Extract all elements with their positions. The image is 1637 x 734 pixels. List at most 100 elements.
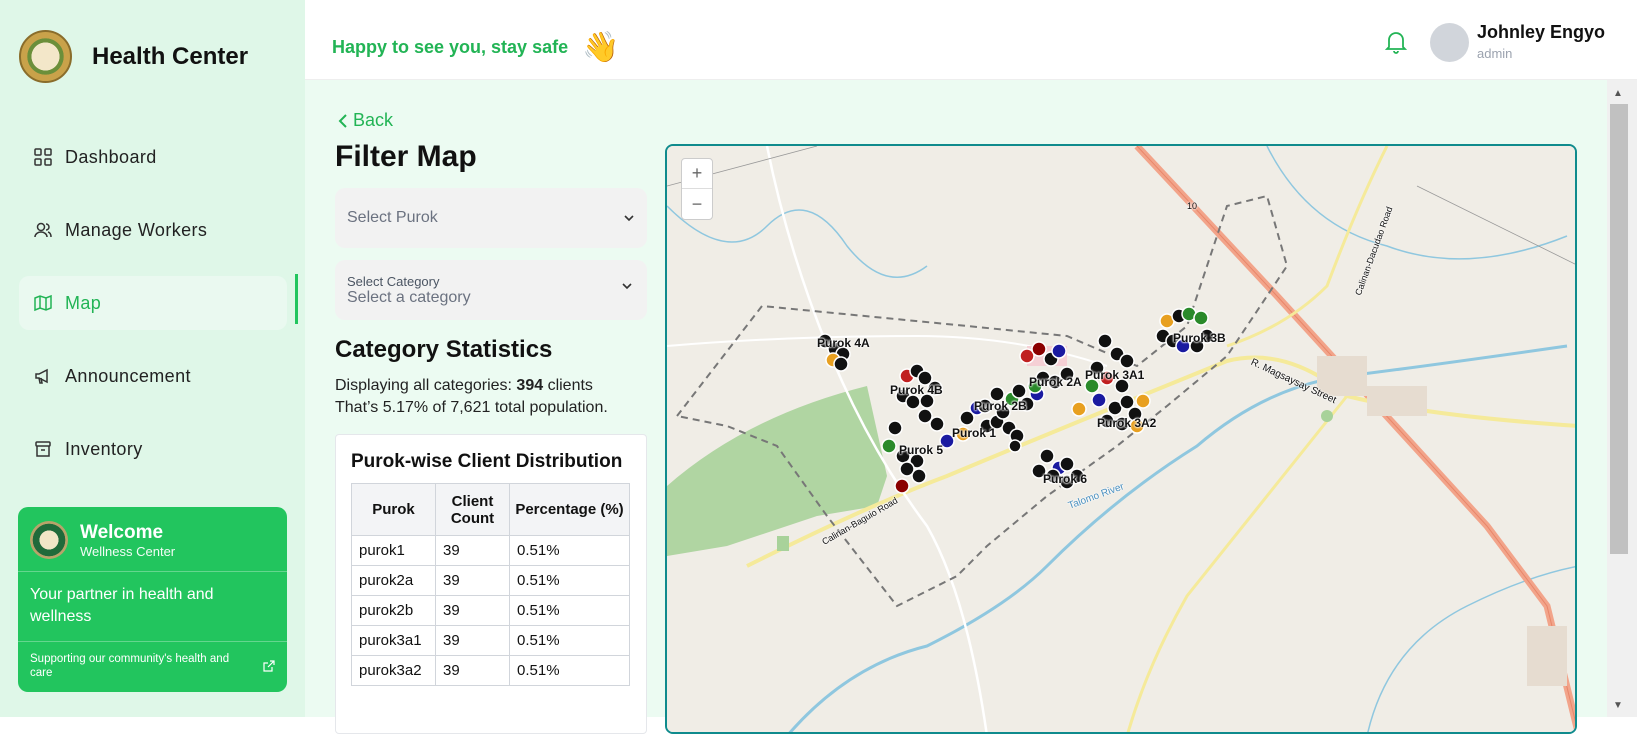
client-marker xyxy=(1097,333,1113,349)
cell-percent: 0.51% xyxy=(509,595,630,626)
map-label-purok: Purok 3B xyxy=(1173,331,1226,345)
map-label-purok: Purok 3A2 xyxy=(1097,416,1157,430)
category-select[interactable]: Select Category Select a category xyxy=(335,260,647,320)
client-marker xyxy=(911,468,927,484)
column-header: Client Count xyxy=(435,483,510,536)
sidebar-nav: Dashboard Manage Workers Map Announcemen… xyxy=(19,130,287,495)
cell-percent: 0.51% xyxy=(509,535,630,566)
sidebar-item-dashboard[interactable]: Dashboard xyxy=(19,130,287,184)
map-icon xyxy=(34,294,52,312)
welcome-footer: Supporting our community's health and ca… xyxy=(30,653,230,679)
client-marker xyxy=(894,478,910,494)
map-route-label: 10 xyxy=(1187,201,1198,211)
user-name[interactable]: Johnley Engyo xyxy=(1477,22,1605,43)
active-indicator xyxy=(295,274,298,324)
scroll-up-icon[interactable]: ▲ xyxy=(1613,88,1623,99)
sidebar-item-manage-workers[interactable]: Manage Workers xyxy=(19,203,287,257)
stats-text: Displaying all categories: 394 clients T… xyxy=(335,375,655,419)
topbar: Happy to see you, stay safe 👋 Johnley En… xyxy=(305,0,1637,80)
dashboard-icon xyxy=(34,148,52,166)
cell-purok: purok3a2 xyxy=(351,655,436,686)
category-select-label: Select Category xyxy=(347,273,440,289)
map-label-purok: Purok 2A xyxy=(1029,375,1082,389)
map-label-purok: Purok 3A1 xyxy=(1085,368,1145,382)
map-label-purok: Purok 2B xyxy=(974,399,1027,413)
client-marker xyxy=(1091,392,1107,408)
stats-title: Category Statistics xyxy=(335,336,553,363)
map-label-purok: Purok 6 xyxy=(1043,472,1088,486)
cell-count: 39 xyxy=(435,565,510,596)
cell-count: 39 xyxy=(435,535,510,566)
user-role: admin xyxy=(1477,46,1513,61)
client-marker xyxy=(929,416,945,432)
scroll-down-icon[interactable]: ▼ xyxy=(1613,700,1623,711)
stats-suffix: clients xyxy=(543,377,593,394)
map-label-purok: Purok 1 xyxy=(952,426,997,440)
brand-title: Health Center xyxy=(92,42,249,70)
chevron-left-icon xyxy=(338,113,347,128)
cell-purok: purok2a xyxy=(351,565,436,596)
megaphone-icon xyxy=(35,368,48,384)
table-row: purok1 39 0.51% xyxy=(351,535,630,566)
category-select-placeholder: Select a category xyxy=(347,288,471,306)
cell-count: 39 xyxy=(435,625,510,656)
sidebar: Health Center Dashboard Manage Workers M… xyxy=(0,0,305,717)
cell-percent: 0.51% xyxy=(509,565,630,596)
sidebar-item-label: Inventory xyxy=(65,438,143,459)
table-title: Purok-wise Client Distribution xyxy=(351,451,623,472)
cell-purok: purok1 xyxy=(351,535,436,566)
column-header: Purok xyxy=(351,483,436,536)
purok-select[interactable]: Select Purok xyxy=(335,188,647,248)
client-marker xyxy=(1031,341,1047,357)
sidebar-item-label: Manage Workers xyxy=(65,219,208,240)
users-icon xyxy=(34,222,52,238)
chevron-down-icon xyxy=(622,283,632,290)
sidebar-item-inventory[interactable]: Inventory xyxy=(19,422,287,476)
cell-percent: 0.51% xyxy=(509,655,630,686)
sidebar-item-announcement[interactable]: Announcement xyxy=(19,349,287,403)
client-marker xyxy=(1119,353,1135,369)
cell-purok: purok3a1 xyxy=(351,625,436,656)
cell-count: 39 xyxy=(435,595,510,626)
welcome-body: Your partner in health and wellness xyxy=(18,572,287,642)
client-marker xyxy=(1051,343,1067,359)
client-marker xyxy=(1193,310,1209,326)
back-label: Back xyxy=(353,110,394,130)
stats-count: 394 xyxy=(516,377,544,394)
waving-hand-icon: 👋 xyxy=(582,31,620,64)
client-marker xyxy=(1039,448,1055,464)
client-marker xyxy=(833,356,849,372)
stats-population: That’s 5.17% of 7,621 total population. xyxy=(335,399,608,416)
cell-count: 39 xyxy=(435,655,510,686)
sidebar-item-map[interactable]: Map xyxy=(19,276,287,330)
stats-prefix: Displaying all categories: xyxy=(335,377,517,394)
purok-distribution-table: Purok Client Count Percentage (%) purok1… xyxy=(351,483,630,686)
client-marker xyxy=(1011,383,1027,399)
map-view[interactable]: + − Purok 4A Purok 4B Purok 2A Purok 3A1… xyxy=(665,144,1577,734)
table-row: purok3a1 39 0.51% xyxy=(351,625,630,656)
wellness-center-logo xyxy=(30,521,68,559)
sidebar-item-label: Dashboard xyxy=(65,146,157,167)
map-label-purok: Purok 4A xyxy=(817,336,870,350)
greeting: Happy to see you, stay safe 👋 xyxy=(332,30,619,65)
welcome-subtitle: Wellness Center xyxy=(80,543,176,559)
bell-icon[interactable] xyxy=(1384,30,1408,59)
page-title: Filter Map xyxy=(335,140,477,173)
external-link-icon[interactable] xyxy=(263,660,275,672)
avatar[interactable] xyxy=(1430,23,1469,62)
back-button[interactable]: Back xyxy=(337,110,393,131)
archive-icon xyxy=(35,441,51,457)
client-marker xyxy=(887,420,903,436)
chevron-down-icon xyxy=(624,215,634,222)
purok-select-placeholder: Select Purok xyxy=(347,209,438,226)
table-row: purok2b 39 0.51% xyxy=(351,595,630,626)
cell-purok: purok2b xyxy=(351,595,436,626)
brand[interactable]: Health Center xyxy=(19,30,248,83)
client-markers xyxy=(817,306,1215,494)
welcome-card: Welcome Wellness Center Your partner in … xyxy=(18,507,287,692)
cell-percent: 0.51% xyxy=(509,625,630,656)
purok-distribution-card: Purok-wise Client Distribution Purok Cli… xyxy=(335,434,647,734)
scrollbar-thumb[interactable] xyxy=(1610,104,1628,554)
client-marker xyxy=(1059,456,1075,472)
map-label-purok: Purok 4B xyxy=(890,383,943,397)
